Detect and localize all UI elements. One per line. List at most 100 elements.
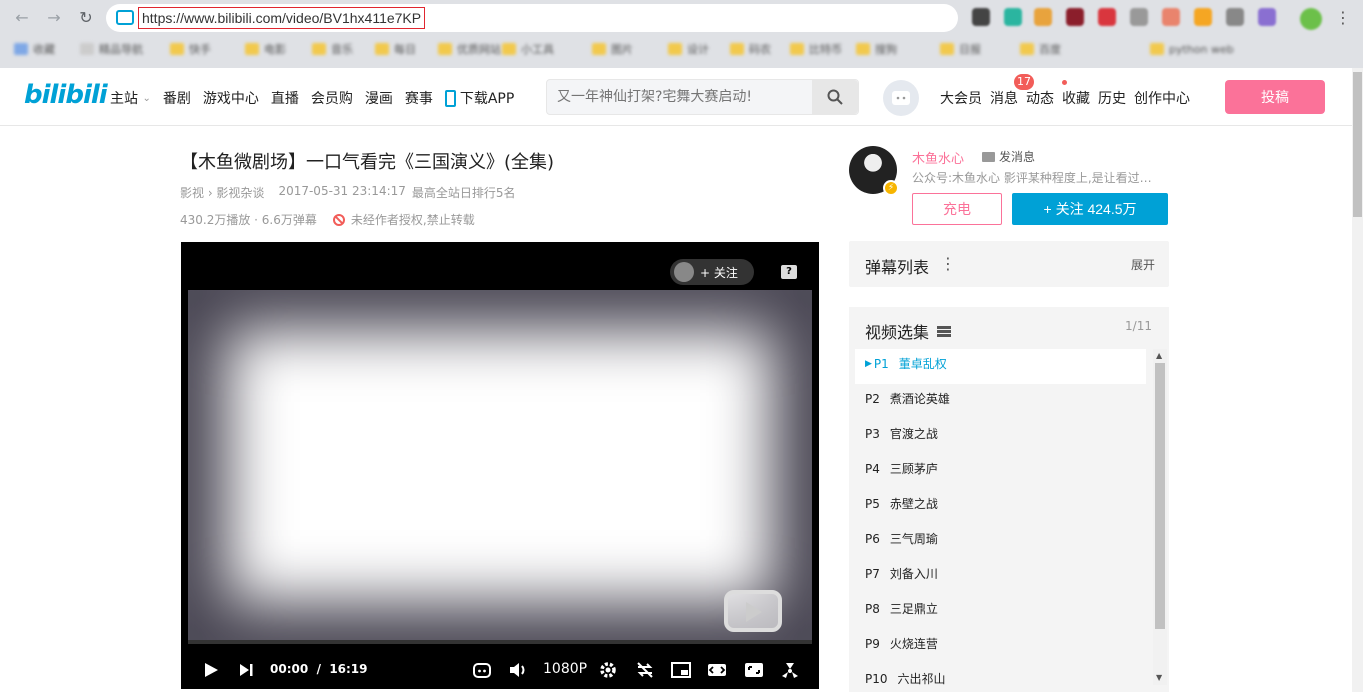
episode-item[interactable]: P5 赤壁之战 <box>855 489 1146 524</box>
episode-item[interactable]: P7 刘备入川 <box>855 559 1146 594</box>
episode-item[interactable]: P6 三气周瑜 <box>855 524 1146 559</box>
extension-icon[interactable] <box>1258 8 1276 26</box>
episode-scrollbar-thumb[interactable] <box>1155 363 1165 629</box>
nav-main[interactable]: 主站 ⌄ <box>110 88 151 108</box>
page-scrollbar[interactable] <box>1352 68 1363 692</box>
nav-dynamics[interactable]: 动态 <box>1026 88 1054 108</box>
danmaku-toggle-icon[interactable] <box>472 661 492 679</box>
episode-scrollbar[interactable]: ▲ ▼ <box>1153 349 1167 685</box>
episode-item[interactable]: P10 六出祁山 <box>855 664 1146 692</box>
search-input[interactable] <box>557 87 812 107</box>
video-player[interactable]: + 关注 ? 00:00 / 16:19 1080P <box>181 242 819 689</box>
bookmark[interactable]: 音乐 <box>312 40 353 58</box>
tv-face-icon <box>892 91 910 105</box>
episode-item[interactable]: P3 官渡之战 <box>855 419 1146 454</box>
loop-off-icon[interactable] <box>635 661 655 679</box>
list-icon[interactable] <box>937 325 952 337</box>
help-icon[interactable]: ? <box>781 265 797 279</box>
extension-icon[interactable] <box>1034 8 1052 26</box>
bookmark[interactable]: 码农 <box>730 40 771 58</box>
settings-gear-icon[interactable] <box>599 661 617 679</box>
nav-download-app[interactable]: 下载APP <box>444 88 514 108</box>
extension-icon[interactable] <box>1194 8 1212 26</box>
play-watermark-icon[interactable] <box>724 590 782 632</box>
video-category[interactable]: 影视 › 影视杂谈 <box>180 184 264 201</box>
video-screen[interactable] <box>188 290 812 642</box>
play-icon[interactable] <box>203 662 219 678</box>
scroll-up-icon[interactable]: ▲ <box>1156 351 1162 360</box>
episode-item[interactable]: ▶ P1 董卓乱权 <box>855 349 1146 384</box>
extension-icon[interactable] <box>972 8 990 26</box>
volume-icon[interactable] <box>509 661 527 679</box>
nav-mall[interactable]: 会员购 <box>311 88 353 108</box>
bookmark[interactable]: 优质网站 <box>438 40 501 58</box>
address-bar[interactable]: https://www.bilibili.com/video/BV1hx411e… <box>106 4 958 32</box>
profile-avatar[interactable] <box>1300 8 1322 30</box>
progress-bar[interactable] <box>188 640 812 644</box>
nav-manga[interactable]: 漫画 <box>365 88 393 108</box>
bookmark[interactable]: 收藏 <box>14 40 55 58</box>
nav-bangumi[interactable]: 番剧 <box>163 88 191 108</box>
uploader-mini-avatar <box>674 262 694 282</box>
bookmark[interactable]: 日报 <box>940 40 981 58</box>
uploader-avatar[interactable]: ⚡ <box>849 146 899 196</box>
bookmark[interactable]: python web <box>1150 40 1234 58</box>
extension-icon[interactable] <box>1004 8 1022 26</box>
widescreen-icon[interactable] <box>707 661 727 679</box>
extension-icon[interactable] <box>1226 8 1244 26</box>
url-text[interactable]: https://www.bilibili.com/video/BV1hx411e… <box>138 7 426 29</box>
bookmark[interactable]: 小工具 <box>502 40 554 58</box>
expand-link[interactable]: 展开 <box>1131 256 1155 273</box>
nav-live[interactable]: 直播 <box>271 88 299 108</box>
menu-icon[interactable]: ⋮ <box>1333 8 1353 28</box>
extension-icon[interactable] <box>1066 8 1084 26</box>
nav-creator-center[interactable]: 创作中心 <box>1134 88 1190 108</box>
charge-button[interactable]: 充电 <box>912 193 1002 225</box>
bookmark[interactable]: 每日 <box>375 40 416 58</box>
extension-icon[interactable] <box>1130 8 1148 26</box>
video-rank[interactable]: 最高全站日排行5名 <box>412 184 516 201</box>
nav-esports[interactable]: 赛事 <box>405 88 433 108</box>
bookmark[interactable]: 电影 <box>245 40 286 58</box>
extension-icon[interactable] <box>1162 8 1180 26</box>
bookmark[interactable]: 比特币 <box>790 40 842 58</box>
back-icon[interactable]: ← <box>12 8 32 28</box>
scroll-down-icon[interactable]: ▼ <box>1156 673 1162 682</box>
next-icon[interactable] <box>239 663 253 677</box>
bookmark[interactable]: 快手 <box>170 40 211 58</box>
picture-in-picture-icon[interactable] <box>671 661 691 679</box>
nav-history[interactable]: 历史 <box>1098 88 1126 108</box>
reload-icon[interactable]: ↻ <box>76 8 96 28</box>
user-avatar[interactable] <box>883 80 919 116</box>
search-button[interactable] <box>812 80 858 114</box>
episode-item[interactable]: P8 三足鼎立 <box>855 594 1146 629</box>
episode-item[interactable]: P9 火烧连营 <box>855 629 1146 664</box>
bilibili-logo[interactable]: bilibili <box>24 80 108 110</box>
fullscreen-icon[interactable] <box>780 661 800 679</box>
follow-button[interactable]: + 关注 424.5万 <box>1012 193 1168 225</box>
web-fullscreen-icon[interactable] <box>744 661 764 679</box>
send-message-link[interactable]: 发消息 <box>982 148 1035 165</box>
nav-game-center[interactable]: 游戏中心 <box>203 88 259 108</box>
uploader-name[interactable]: 木鱼水心 <box>912 148 964 167</box>
upload-button[interactable]: 投稿 <box>1225 80 1325 114</box>
dynamics-dot <box>1062 80 1067 85</box>
nav-vip[interactable]: 大会员 <box>940 88 982 108</box>
forward-icon[interactable]: → <box>44 8 64 28</box>
bookmark[interactable]: 搜狗 <box>856 40 897 58</box>
episode-item[interactable]: P4 三顾茅庐 <box>855 454 1146 489</box>
bookmark[interactable]: 百度 <box>1020 40 1061 58</box>
bookmark[interactable]: 精品导航 <box>80 40 143 58</box>
player-follow-button[interactable]: + 关注 <box>670 259 754 285</box>
quality-selector[interactable]: 1080P <box>543 661 587 677</box>
bookmark[interactable]: 图片 <box>592 40 633 58</box>
nav-messages[interactable]: 消息 <box>990 88 1018 108</box>
more-icon[interactable]: ⋮ <box>940 254 956 273</box>
scrollbar-thumb[interactable] <box>1353 72 1362 217</box>
nav-favorites[interactable]: 收藏 <box>1062 88 1090 108</box>
danmaku-list-panel: 弹幕列表 ⋮ 展开 <box>849 241 1169 287</box>
bookmark[interactable]: 设计 <box>668 40 709 58</box>
episode-item[interactable]: P2 煮酒论英雄 <box>855 384 1146 419</box>
extension-icon[interactable] <box>1098 8 1116 26</box>
time-display: 00:00 / 16:19 <box>270 662 368 676</box>
